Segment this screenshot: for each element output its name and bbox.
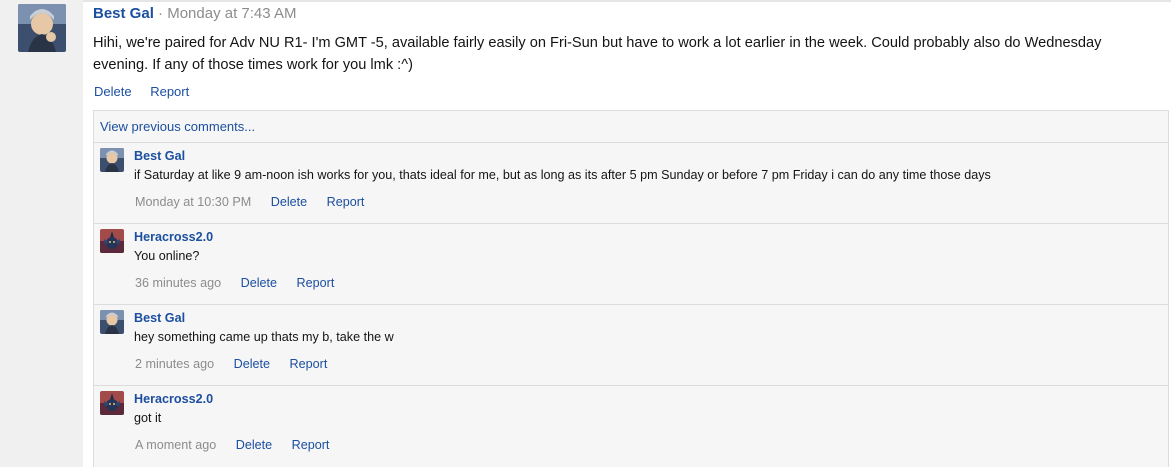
comment-timestamp[interactable]: A moment ago xyxy=(135,438,216,452)
comment-text: if Saturday at like 9 am-noon ish works … xyxy=(134,168,991,182)
comment-author-avatar[interactable] xyxy=(100,148,124,172)
comment-author-avatar[interactable] xyxy=(100,391,124,415)
comment-report-link[interactable]: Report xyxy=(292,438,330,452)
comment-timestamp[interactable]: 2 minutes ago xyxy=(135,357,214,371)
comment-text: got it xyxy=(134,411,162,425)
post-timestamp[interactable]: Monday at 7:43 AM xyxy=(167,5,296,22)
comment-report-link[interactable]: Report xyxy=(327,195,365,209)
post-report-link[interactable]: Report xyxy=(150,84,189,99)
avatar-image xyxy=(18,4,66,52)
comment-author-avatar[interactable] xyxy=(100,229,124,253)
avatar-image xyxy=(100,310,124,334)
comment-delete-link[interactable]: Delete xyxy=(241,276,277,290)
comment-meta: A moment ago Delete Report xyxy=(135,438,345,452)
comment-author-link[interactable]: Best Gal xyxy=(134,311,185,325)
left-gutter xyxy=(0,0,83,467)
avatar-image xyxy=(100,229,124,253)
comment-author-link[interactable]: Heracross2.0 xyxy=(134,392,213,406)
comment-item: Best Gal hey something came up thats my … xyxy=(94,304,1168,385)
comment-meta: 36 minutes ago Delete Report xyxy=(135,276,350,290)
post-delete-link[interactable]: Delete xyxy=(94,84,132,99)
post-body-text: Hihi, we're paired for Adv NU R1- I'm GM… xyxy=(93,35,1102,73)
comment-report-link[interactable]: Report xyxy=(297,276,335,290)
comment-delete-link[interactable]: Delete xyxy=(234,357,270,371)
comment-report-link[interactable]: Report xyxy=(290,357,328,371)
comments-panel: View previous comments... Best Gal if Sa… xyxy=(93,110,1169,467)
comment-author-link[interactable]: Best Gal xyxy=(134,149,185,163)
top-divider xyxy=(83,0,1171,2)
comment-timestamp[interactable]: 36 minutes ago xyxy=(135,276,221,290)
post-author-link[interactable]: Best Gal xyxy=(93,5,154,22)
post-actions: Delete Report xyxy=(94,84,204,99)
comment-delete-link[interactable]: Delete xyxy=(236,438,272,452)
comment-delete-link[interactable]: Delete xyxy=(271,195,307,209)
comment-item: Best Gal if Saturday at like 9 am-noon i… xyxy=(94,142,1168,223)
comment-item: Heracross2.0 got it A moment ago Delete … xyxy=(94,385,1168,466)
comment-author-link[interactable]: Heracross2.0 xyxy=(134,230,213,244)
comment-item: Heracross2.0 You online? 36 minutes ago … xyxy=(94,223,1168,304)
post-header: Best Gal · Monday at 7:43 AM xyxy=(93,5,296,22)
header-separator: · xyxy=(158,5,164,22)
comment-author-avatar[interactable] xyxy=(100,310,124,334)
comment-meta: Monday at 10:30 PM Delete Report xyxy=(135,195,380,209)
comment-text: hey something came up thats my b, take t… xyxy=(134,330,394,344)
avatar-image xyxy=(100,391,124,415)
view-previous-comments-link[interactable]: View previous comments... xyxy=(100,119,255,134)
comment-meta: 2 minutes ago Delete Report xyxy=(135,357,343,371)
comment-timestamp[interactable]: Monday at 10:30 PM xyxy=(135,195,251,209)
comment-text: You online? xyxy=(134,249,200,263)
post-author-avatar[interactable] xyxy=(18,4,66,52)
avatar-image xyxy=(100,148,124,172)
